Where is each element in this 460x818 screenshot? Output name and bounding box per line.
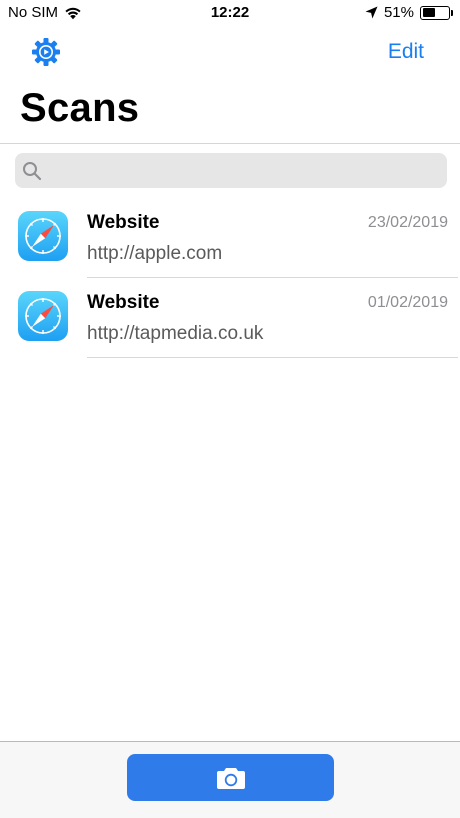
battery-icon	[420, 5, 453, 20]
scan-row[interactable]: Website 01/02/2019 http://tapmedia.co.uk	[0, 278, 460, 358]
safari-icon	[18, 291, 68, 341]
scan-camera-button[interactable]	[127, 754, 334, 801]
header-divider	[0, 143, 460, 144]
search-input[interactable]	[49, 153, 439, 188]
battery-percent: 51%	[383, 4, 414, 21]
page-title: Scans	[20, 86, 140, 130]
gear-icon	[32, 38, 60, 66]
edit-button[interactable]: Edit	[388, 40, 424, 64]
location-arrow-icon	[365, 6, 378, 19]
scan-url: http://apple.com	[87, 243, 223, 264]
search-bar[interactable]	[15, 153, 447, 188]
scan-url: http://tapmedia.co.uk	[87, 323, 264, 344]
row-divider	[87, 357, 458, 358]
search-icon	[23, 162, 42, 181]
camera-icon	[216, 767, 245, 789]
scan-date: 01/02/2019	[367, 294, 448, 311]
status-right: 51%	[365, 4, 453, 21]
safari-icon	[18, 211, 68, 261]
scan-title: Website	[87, 292, 160, 313]
scan-title: Website	[87, 212, 160, 233]
scan-row[interactable]: Website 23/02/2019 http://apple.com	[0, 198, 460, 278]
bottom-toolbar	[0, 741, 460, 818]
settings-button[interactable]	[30, 36, 62, 68]
status-bar: No SIM 12:22 51%	[0, 0, 460, 26]
scan-date: 23/02/2019	[367, 214, 448, 231]
navigation-bar: Edit	[0, 30, 460, 74]
scan-list: Website 23/02/2019 http://apple.com Webs…	[0, 198, 460, 358]
battery-fill	[422, 8, 436, 17]
